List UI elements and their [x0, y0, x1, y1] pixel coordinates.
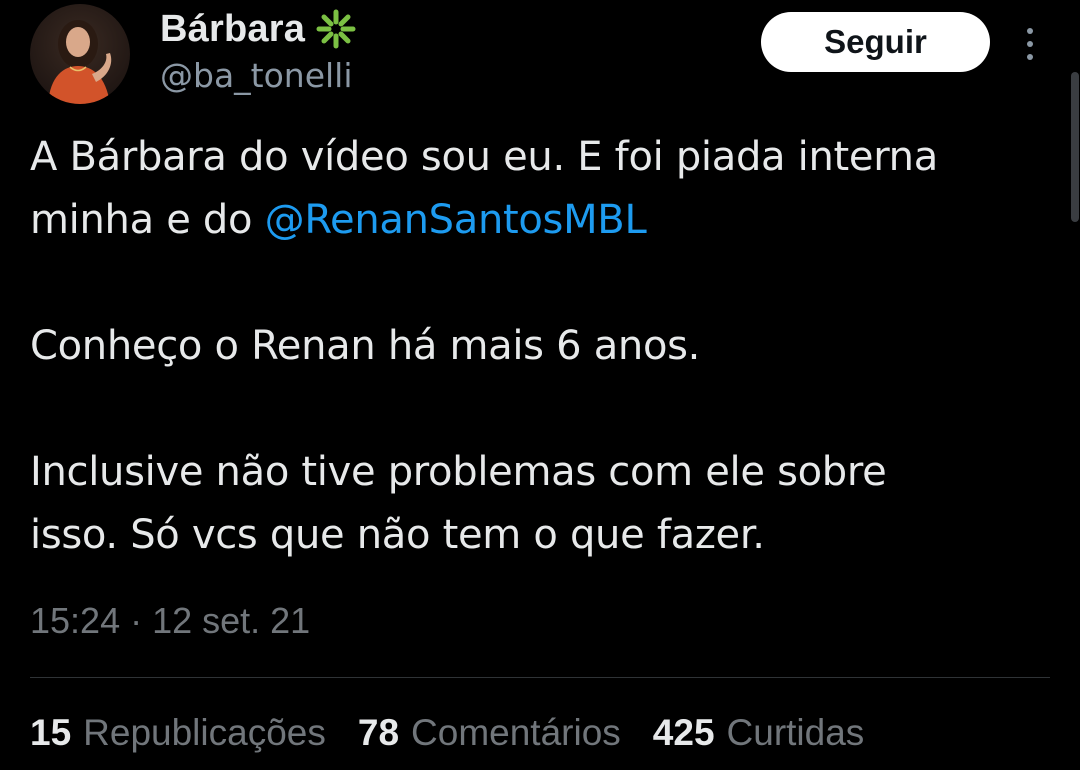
likes-label: Curtidas — [726, 712, 865, 753]
display-name-row: Bárbara — [160, 6, 357, 52]
tweet-text-line: isso. Só vcs que não tem o que fazer. — [30, 512, 765, 558]
tweet-text-line: A Bárbara do vídeo sou eu. E foi piada i… — [30, 134, 938, 180]
comments-label: Comentários — [411, 712, 621, 753]
vertical-ellipsis-icon-dot — [1027, 41, 1033, 47]
tweet-text-line: Inclusive não tive problemas com ele sob… — [30, 449, 887, 495]
comments-stat[interactable]: 78 Comentários — [358, 712, 621, 754]
comments-count: 78 — [357, 712, 400, 753]
scrollbar[interactable] — [1071, 72, 1079, 222]
reposts-label: Republicações — [83, 712, 326, 753]
reposts-stat[interactable]: 15 Republicações — [30, 712, 326, 754]
tweet-text-line: Conheço o Renan há mais 6 anos. — [30, 323, 701, 369]
likes-count: 425 — [652, 712, 715, 753]
author-block: Bárbara @ba_tonelli — [160, 6, 357, 95]
display-name[interactable]: Bárbara — [160, 8, 305, 51]
more-options-button[interactable] — [1015, 22, 1045, 66]
reposts-count: 15 — [30, 712, 72, 753]
tweet-text: A Bárbara do vídeo sou eu. E foi piada i… — [30, 126, 1050, 567]
sparkle-emoji-icon — [315, 8, 357, 50]
tweet-text-line: minha e do @RenanSantosMBL — [30, 189, 1050, 252]
vertical-ellipsis-icon-dot — [1027, 54, 1033, 60]
tweet-detail: Bárbara @ba_tonelli Seguir A Bárbara do … — [0, 0, 1080, 770]
likes-stat[interactable]: 425 Curtidas — [653, 712, 865, 754]
profile-photo-icon — [30, 4, 130, 104]
mention-link[interactable]: @RenanSantosMBL — [265, 197, 647, 243]
engagement-stats: 15 Republicações 78 Comentários 425 Curt… — [30, 712, 896, 754]
avatar[interactable] — [30, 4, 130, 104]
tweet-text-fragment: minha e do — [30, 197, 265, 243]
vertical-ellipsis-icon — [1027, 28, 1033, 34]
tweet-timestamp[interactable]: 15:24 · 12 set. 21 — [30, 600, 310, 642]
follow-button[interactable]: Seguir — [761, 12, 990, 72]
divider — [30, 677, 1050, 678]
author-handle[interactable]: @ba_tonelli — [160, 56, 357, 95]
